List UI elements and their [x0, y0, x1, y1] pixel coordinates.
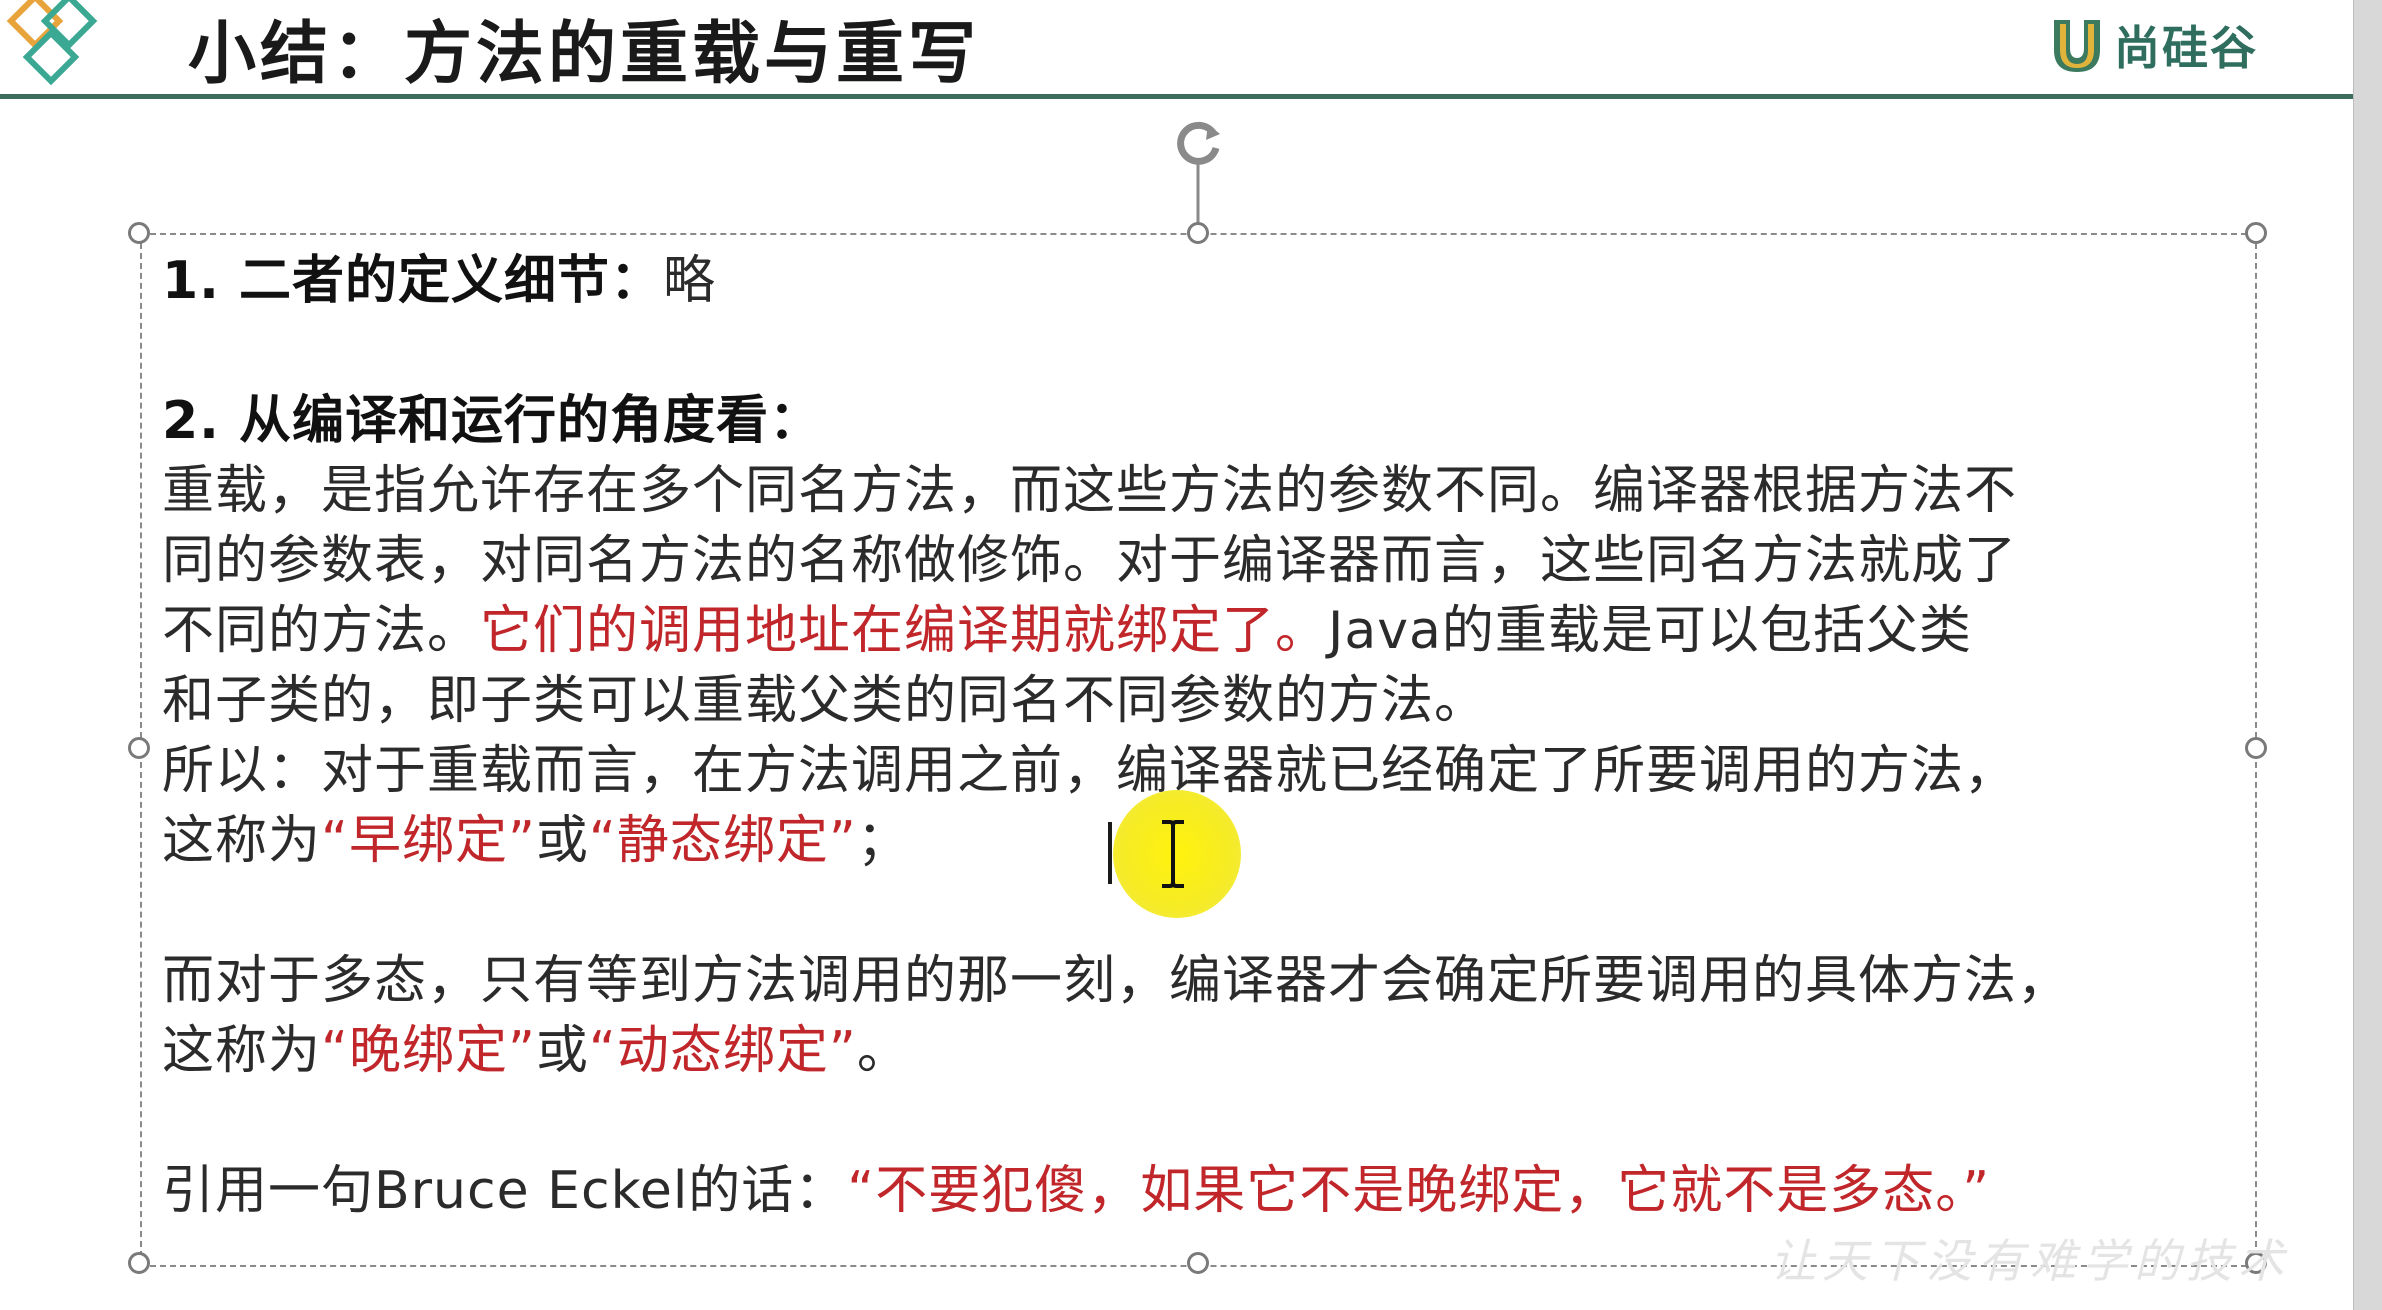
brand-logo: 尚硅谷	[2046, 10, 2258, 80]
bruce-eckel-quote: “不要犯傻，如果它不是晚绑定，它就不是多态。”	[847, 1161, 1991, 1221]
overload-line-2: 同的参数表，对同名方法的名称做修饰。对于编译器而言，这些同名方法就成了	[162, 531, 2018, 591]
point-1: 1. 二者的定义细节：略	[162, 246, 716, 316]
resize-handle-top-left[interactable]	[128, 222, 150, 244]
quote-line: 引用一句Bruce Eckel的话：“不要犯傻，如果它不是晚绑定，它就不是多态。…	[162, 1156, 1990, 1226]
overload-line-3-end: Java的重载是可以包括父类	[1328, 601, 1972, 661]
overload-line-4: 和子类的，即子类可以重载父类的同名不同参数的方法。	[162, 671, 1488, 731]
resize-handle-top[interactable]	[1187, 222, 1209, 244]
quote-intro: 引用一句Bruce Eckel的话：	[162, 1161, 848, 1221]
early-binding-or: 或	[535, 811, 589, 871]
overload-line-1: 重载，是指允许存在多个同名方法，而这些方法的参数不同。编译器根据方法不	[162, 461, 2018, 521]
early-binding-prefix: 这称为	[162, 811, 322, 871]
slide-canvas: 小结：方法的重载与重写 尚硅谷 1. 二者的定义细节：略 2. 从编译和运行的角…	[0, 0, 2353, 1310]
i-beam-cursor-icon	[1162, 820, 1184, 888]
late-binding-line-1: 而对于多态，只有等到方法调用的那一刻，编译器才会确定所要调用的具体方法，	[162, 951, 2071, 1011]
early-binding-term: “早绑定”	[321, 811, 536, 871]
resize-handle-right[interactable]	[2245, 737, 2267, 759]
resize-handle-bottom-left[interactable]	[128, 1252, 150, 1274]
late-binding-line-2: 这称为“晚绑定”或“动态绑定”。	[162, 1016, 910, 1086]
window-edge-strip	[2353, 0, 2382, 1310]
slide-title: 小结：方法的重载与重写	[188, 14, 981, 94]
late-binding-or: 或	[535, 1021, 589, 1081]
point-2-heading: 2. 从编译和运行的角度看：	[162, 391, 823, 451]
early-binding-line-1: 所以：对于重载而言，在方法调用之前，编译器就已经确定了所要调用的方法，	[162, 741, 2018, 801]
dynamic-binding-term: “动态绑定”	[588, 1021, 857, 1081]
overload-line-3-start: 不同的方法。	[162, 601, 481, 661]
point-1-heading: 1. 二者的定义细节：	[162, 251, 664, 311]
watermark: 让天下没有难学的技术	[1770, 1234, 2290, 1288]
compile-time-binding-highlight: 它们的调用地址在编译期就绑定了。	[480, 601, 1329, 661]
resize-handle-left[interactable]	[128, 737, 150, 759]
text-caret	[1108, 822, 1112, 884]
resize-handle-bottom[interactable]	[1187, 1252, 1209, 1274]
late-binding-prefix: 这称为	[162, 1021, 322, 1081]
resize-handle-top-right[interactable]	[2245, 222, 2267, 244]
late-binding-term: “晚绑定”	[321, 1021, 536, 1081]
late-binding-end: 。	[856, 1021, 910, 1081]
u-shield-icon	[2054, 20, 2100, 72]
diamonds-logo-icon	[6, 0, 98, 86]
early-binding-line-2: 这称为“早绑定”或“静态绑定”；	[162, 806, 910, 876]
overload-line-3: 不同的方法。它们的调用地址在编译期就绑定了。Java的重载是可以包括父类	[162, 596, 1972, 666]
rotate-handle-icon[interactable]	[1162, 108, 1234, 233]
static-binding-term: “静态绑定”	[588, 811, 857, 871]
title-divider	[0, 94, 2353, 99]
brand-name: 尚硅谷	[2114, 21, 2258, 75]
early-binding-end: ；	[856, 811, 910, 871]
point-1-value: 略	[663, 251, 717, 311]
